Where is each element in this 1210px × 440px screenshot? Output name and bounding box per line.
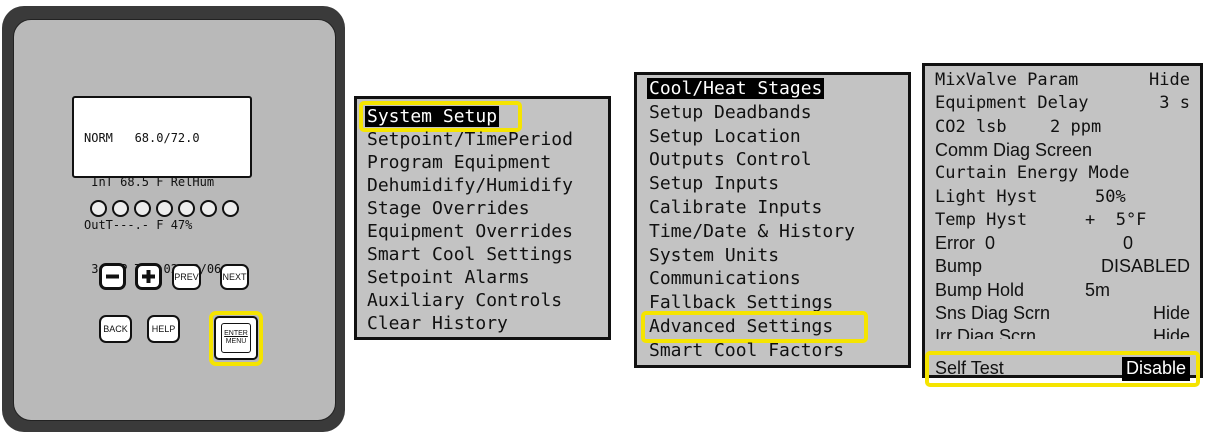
status-led <box>156 200 173 217</box>
settings-value: 3 s <box>1159 93 1190 114</box>
menu-item[interactable]: System Units <box>647 244 781 268</box>
settings-value: 50% <box>1095 186 1126 207</box>
prev-button[interactable]: PREV <box>172 264 201 290</box>
settings-label: Bump <box>935 256 983 277</box>
settings-row[interactable]: Light Hyst 50% <box>935 186 1190 209</box>
menu-item-label: Program Equipment <box>367 152 552 173</box>
menu-item-label: Auxiliary Controls <box>367 290 563 311</box>
main-menu-screen: System Setup Setpoint/TimePeriod Program E… <box>354 96 611 340</box>
plus-icon <box>142 270 155 283</box>
settings-row[interactable]: Comm Diag Screen <box>935 139 1190 162</box>
settings-value: 5m <box>1085 279 1111 300</box>
menu-item[interactable]: Setup Inputs <box>647 172 781 196</box>
menu-item-label: Clear History <box>367 313 508 334</box>
menu-item-label: Stage Overrides <box>367 198 530 219</box>
help-button[interactable]: HELP <box>147 315 180 343</box>
settings-row[interactable]: Temp Hyst + 5°F <box>935 209 1190 232</box>
status-led <box>134 200 151 217</box>
menu-item-label: Cool/Heat Stages <box>647 78 825 99</box>
settings-row[interactable]: Sns Diag Scrn Hide <box>935 302 1190 325</box>
settings-value: + 5°F <box>1085 209 1147 230</box>
selection-highlight <box>925 351 1200 388</box>
menu-item[interactable]: Communications <box>647 267 803 291</box>
settings-label: Comm Diag Screen <box>935 139 1093 160</box>
menu-item[interactable]: Auxiliary Controls <box>365 289 564 312</box>
status-led <box>112 200 129 217</box>
menu-item-label: Outputs Control <box>649 149 812 171</box>
menu-item-label: Setup Inputs <box>649 173 780 195</box>
menu-item[interactable]: Time/Date & History <box>647 220 857 244</box>
settings-row[interactable]: Bump Hold 5m <box>935 279 1190 302</box>
settings-label: MixValve Param <box>935 70 1079 90</box>
settings-value: Hide <box>1152 303 1190 323</box>
menu-item[interactable]: Setup Deadbands <box>647 101 814 125</box>
settings-row[interactable]: Equipment Delay 3 s <box>935 92 1190 115</box>
menu-item[interactable]: Equipment Overrides <box>365 220 575 243</box>
system-setup-menu-screen: Cool/Heat Stages Setup Deadbands Setup Loc… <box>634 72 911 368</box>
settings-label: Equipment Delay <box>935 93 1089 114</box>
settings-label: Irr Diag Scrn <box>935 326 1037 340</box>
settings-row[interactable]: CO2 lsb 2 ppm <box>935 116 1190 139</box>
status-led-row <box>90 200 270 222</box>
settings-label: CO2 lsb <box>935 116 1007 137</box>
settings-label: Curtain Energy Mode <box>935 163 1130 184</box>
status-led <box>222 200 239 217</box>
menu-item[interactable]: Setpoint/TimePeriod <box>365 128 575 151</box>
menu-item-label: Setup Location <box>649 125 801 147</box>
menu-item-label: Smart Cool Settings <box>367 244 573 265</box>
minus-icon <box>106 274 119 279</box>
menu-item-label: Setup Deadbands <box>649 101 812 123</box>
plus-button[interactable] <box>135 263 162 290</box>
menu-item-label: Communications <box>649 268 801 290</box>
settings-value: 0 <box>1123 233 1134 254</box>
status-led <box>200 200 217 217</box>
menu-item[interactable]: Smart Cool Settings <box>365 243 575 266</box>
settings-value: Hide <box>1152 326 1190 340</box>
menu-item[interactable]: Smart Cool Factors <box>647 339 846 363</box>
settings-value: DISABLED <box>1100 256 1190 277</box>
lcd-display: NORM 68.0/72.0 InT 68.5 F RelHum OutT---… <box>72 96 252 276</box>
menu-item[interactable]: Setup Location <box>647 125 803 149</box>
settings-row[interactable]: Bump DISABLED <box>935 255 1190 278</box>
back-button[interactable]: BACK <box>99 315 132 343</box>
settings-label: Light Hyst <box>935 186 1038 207</box>
settings-row[interactable]: Irr Diag Scrn Hide <box>935 325 1190 339</box>
settings-value: 2 ppm <box>1050 116 1102 137</box>
menu-item[interactable]: Dehumidify/Humidify <box>365 174 575 197</box>
lcd-line-2: InT 68.5 F RelHum <box>84 174 215 189</box>
controller-faceplate: NORM 68.0/72.0 InT 68.5 F RelHum OutT---… <box>13 19 336 421</box>
settings-row[interactable]: Curtain Energy Mode <box>935 162 1190 185</box>
menu-item[interactable]: Program Equipment <box>365 151 553 174</box>
minus-button[interactable] <box>99 263 126 290</box>
advanced-settings-screen: MixValve Param Hide Equipment Delay 3 s CO2 … <box>922 63 1203 388</box>
menu-item[interactable]: Calibrate Inputs <box>647 196 824 220</box>
settings-label: Error 0 <box>935 233 996 254</box>
menu-item-label: Calibrate Inputs <box>649 197 823 218</box>
menu-item-label: System Units <box>649 244 780 266</box>
settings-label: Temp Hyst <box>935 209 1028 230</box>
menu-item-label: Equipment Overrides <box>367 221 573 242</box>
enter-key-highlight <box>209 311 263 366</box>
status-led <box>90 200 107 217</box>
menu-item-label: Time/Date & History <box>649 220 855 242</box>
settings-label: Bump Hold <box>935 279 1025 300</box>
menu-item-label: Dehumidify/Humidify <box>367 175 573 196</box>
controller-panel: NORM 68.0/72.0 InT 68.5 F RelHum OutT---… <box>2 6 345 432</box>
menu-item-label: Smart Cool Factors <box>649 339 845 361</box>
next-button[interactable]: NEXT <box>220 264 249 290</box>
settings-label: Sns Diag Scrn <box>935 303 1051 323</box>
menu-item[interactable]: Stage Overrides <box>365 197 532 220</box>
menu-item-label: Setpoint Alarms <box>367 267 530 288</box>
menu-item[interactable]: Setpoint Alarms <box>365 266 532 289</box>
settings-row[interactable]: Error 0 0 <box>935 232 1190 255</box>
menu-item-label: Setpoint/TimePeriod <box>367 129 573 150</box>
status-led <box>178 200 195 217</box>
menu-item[interactable]: Outputs Control <box>647 148 814 172</box>
menu-item[interactable]: Cool/Heat Stages <box>647 77 825 101</box>
settings-value: Hide <box>1149 70 1190 90</box>
menu-item[interactable]: Clear History <box>365 312 510 335</box>
settings-row[interactable]: MixValve Param Hide <box>935 69 1190 92</box>
lcd-line-1: NORM 68.0/72.0 <box>84 131 200 145</box>
